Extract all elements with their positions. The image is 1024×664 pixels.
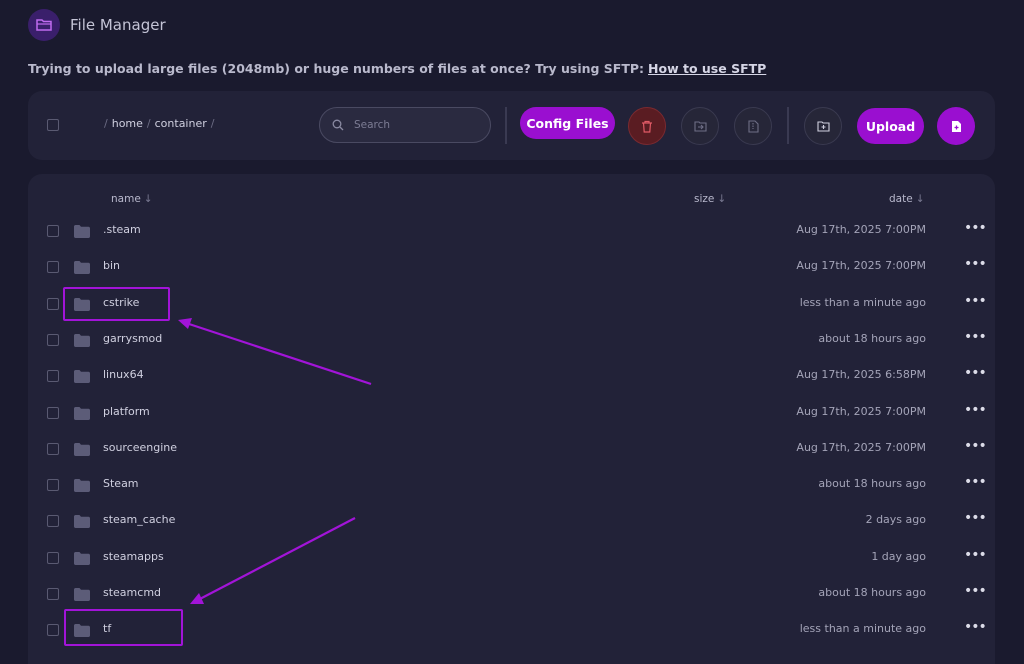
annotation-arrows [178, 318, 372, 604]
